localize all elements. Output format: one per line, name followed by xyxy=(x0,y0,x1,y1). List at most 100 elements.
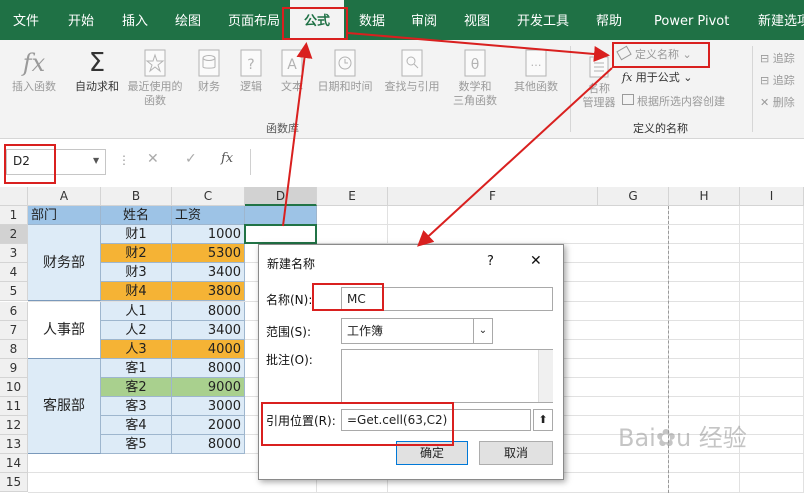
insert-function-fx-icon[interactable]: fx xyxy=(221,151,233,166)
salary-cell[interactable]: 9000 xyxy=(172,377,245,397)
column-header-i[interactable]: I xyxy=(740,187,804,206)
tab-page-layout[interactable]: 页面布局 xyxy=(228,0,280,40)
name-cell[interactable]: 客1 xyxy=(101,358,172,378)
column-header-b[interactable]: B xyxy=(101,187,172,206)
tab-view[interactable]: 视图 xyxy=(464,0,490,40)
chevron-down-icon[interactable]: ⌄ xyxy=(473,319,492,343)
row-header-12[interactable]: 12 xyxy=(0,416,28,436)
row-header-4[interactable]: 4 xyxy=(0,263,28,283)
tab-home[interactable]: 开始 xyxy=(68,0,94,40)
annotation-box-refers-to xyxy=(261,402,454,446)
row-header-1[interactable]: 1 xyxy=(0,206,28,226)
select-all-corner[interactable] xyxy=(0,187,28,206)
column-header-f[interactable]: F xyxy=(388,187,598,206)
column-header-h[interactable]: H xyxy=(669,187,740,206)
name-cell[interactable]: 财3 xyxy=(101,263,172,283)
tab-file[interactable]: 文件 xyxy=(13,0,39,40)
header-cell-name[interactable]: 姓名 xyxy=(101,206,172,226)
tab-developer[interactable]: 开发工具 xyxy=(517,0,569,40)
name-cell[interactable]: 人3 xyxy=(101,339,172,359)
row-header-11[interactable]: 11 xyxy=(0,397,28,417)
dialog-close-icon[interactable]: ✕ xyxy=(530,253,542,269)
lookup-button[interactable]: 查找与引用 xyxy=(380,48,444,94)
active-cell-d2[interactable] xyxy=(244,224,317,245)
name-cell[interactable]: 财2 xyxy=(101,244,172,264)
trace-precedents-button[interactable]: ⊟ 追踪 xyxy=(760,48,804,70)
remove-arrows-button[interactable]: ✕ 删除 xyxy=(760,92,804,114)
name-cell[interactable]: 人2 xyxy=(101,320,172,340)
math-trig-button[interactable]: θ 数学和 三角函数 xyxy=(446,48,504,108)
salary-cell[interactable]: 2000 xyxy=(172,416,245,436)
name-cell[interactable]: 财1 xyxy=(101,225,172,245)
insert-function-button[interactable]: fx 插入函数 xyxy=(6,48,62,94)
row-header-7[interactable]: 7 xyxy=(0,320,28,340)
salary-cell[interactable]: 8000 xyxy=(172,435,245,455)
tab-help[interactable]: 帮助 xyxy=(596,0,622,40)
row-header-9[interactable]: 9 xyxy=(0,358,28,378)
create-from-selection-button[interactable]: 根据所选内容创建 xyxy=(622,94,725,110)
collapse-dialog-icon[interactable]: ⬆ xyxy=(533,409,553,431)
name-cell[interactable]: 财4 xyxy=(101,282,172,302)
tab-draw[interactable]: 绘图 xyxy=(175,0,201,40)
trace-dependents-label: 追踪 xyxy=(772,74,795,87)
column-header-g[interactable]: G xyxy=(598,187,669,206)
tab-data[interactable]: 数据 xyxy=(359,0,385,40)
comment-scrollbar[interactable] xyxy=(538,350,553,402)
datetime-button[interactable]: 日期和时间 xyxy=(312,48,378,94)
salary-cell[interactable]: 5300 xyxy=(172,244,245,264)
chevron-down-icon[interactable]: ▼ xyxy=(93,156,99,165)
header-cell-d1[interactable] xyxy=(245,206,317,226)
salary-cell[interactable]: 3400 xyxy=(172,263,245,283)
column-header-a[interactable]: A xyxy=(28,187,101,206)
row-header-10[interactable]: 10 xyxy=(0,377,28,397)
department-cell[interactable]: 财务部 xyxy=(28,225,101,302)
row-header-6[interactable]: 6 xyxy=(0,301,28,321)
name-cell[interactable]: 客5 xyxy=(101,435,172,455)
row-header-8[interactable]: 8 xyxy=(0,339,28,359)
comment-textarea[interactable] xyxy=(341,349,553,403)
use-in-formula-button[interactable]: fx 用于公式 ⌄ xyxy=(622,70,693,86)
row-header-14[interactable]: 14 xyxy=(0,454,28,474)
cancel-button[interactable]: 取消 xyxy=(479,441,553,465)
text-button[interactable]: A 文本 xyxy=(276,48,308,94)
gridline xyxy=(28,491,804,493)
dialog-help-icon[interactable]: ? xyxy=(487,254,494,269)
salary-cell[interactable]: 3000 xyxy=(172,397,245,417)
header-cell-dept[interactable]: 部门 xyxy=(28,206,101,226)
enter-check-icon[interactable]: ✓ xyxy=(185,151,197,167)
department-cell[interactable]: 人事部 xyxy=(28,301,101,359)
row-header-13[interactable]: 13 xyxy=(0,435,28,455)
name-cell[interactable]: 客3 xyxy=(101,397,172,417)
recent-functions-button[interactable]: 最近使用的 函数 xyxy=(124,48,186,108)
tab-new-options[interactable]: 新建选项 xyxy=(758,0,804,40)
salary-cell[interactable]: 8000 xyxy=(172,358,245,378)
salary-cell[interactable]: 4000 xyxy=(172,339,245,359)
column-header-c[interactable]: C xyxy=(172,187,245,206)
row-header-3[interactable]: 3 xyxy=(0,244,28,264)
formula-input[interactable] xyxy=(250,149,804,175)
financial-button[interactable]: 财务 xyxy=(190,48,228,94)
column-header-d[interactable]: D xyxy=(245,187,317,206)
salary-cell[interactable]: 3400 xyxy=(172,320,245,340)
name-cell[interactable]: 客2 xyxy=(101,377,172,397)
row-header-2[interactable]: 2 xyxy=(0,225,28,245)
svg-text:A: A xyxy=(287,57,297,73)
department-cell[interactable]: 客服部 xyxy=(28,358,101,455)
salary-cell[interactable]: 1000 xyxy=(172,225,245,245)
scope-select[interactable]: 工作簿 ⌄ xyxy=(341,318,493,344)
salary-cell[interactable]: 8000 xyxy=(172,301,245,321)
tab-insert[interactable]: 插入 xyxy=(122,0,148,40)
autosum-button[interactable]: Σ 自动求和 xyxy=(70,48,124,94)
tab-review[interactable]: 审阅 xyxy=(411,0,437,40)
name-cell[interactable]: 客4 xyxy=(101,416,172,436)
trace-dependents-button[interactable]: ⊟ 追踪 xyxy=(760,70,804,92)
cancel-icon[interactable]: ✕ xyxy=(147,151,159,167)
header-cell-salary[interactable]: 工资 xyxy=(172,206,245,226)
salary-cell[interactable]: 3800 xyxy=(172,282,245,302)
column-header-e[interactable]: E xyxy=(317,187,388,206)
logical-button[interactable]: ? 逻辑 xyxy=(232,48,270,94)
row-header-5[interactable]: 5 xyxy=(0,282,28,302)
other-functions-button[interactable]: … 其他函数 xyxy=(508,48,564,94)
name-cell[interactable]: 人1 xyxy=(101,301,172,321)
tab-power-pivot[interactable]: Power Pivot xyxy=(654,0,729,40)
